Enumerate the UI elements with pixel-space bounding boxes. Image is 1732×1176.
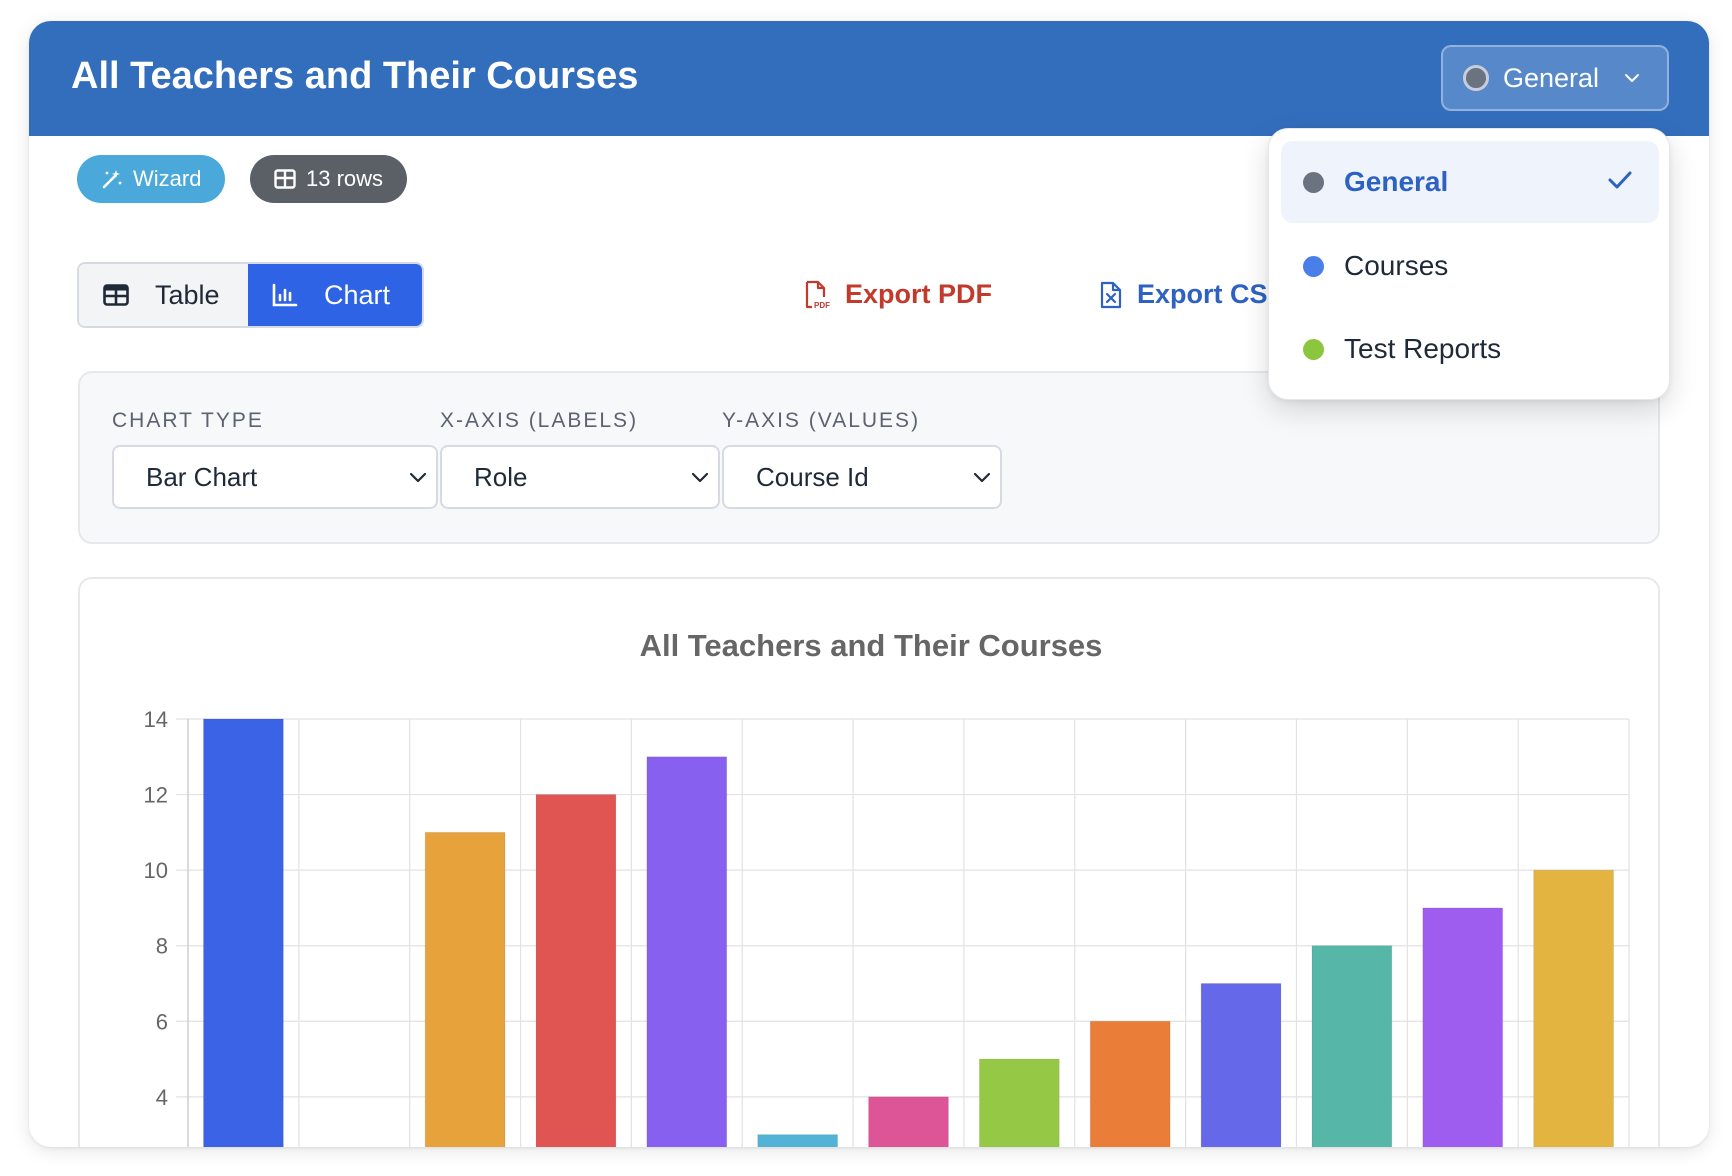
bar[interactable]: [1200, 983, 1282, 1148]
datasource-dropdown: General Courses Test Reports: [1268, 128, 1670, 400]
export-pdf-label: Export PDF: [845, 279, 993, 309]
courses-dot: [1303, 255, 1324, 277]
row-count-label: 13 rows: [306, 166, 384, 191]
datasource-selector[interactable]: General: [1441, 45, 1669, 111]
svg-text:PDF: PDF: [814, 301, 830, 310]
bar[interactable]: [868, 1096, 949, 1147]
dropdown-item-general[interactable]: General: [1281, 141, 1659, 223]
bar[interactable]: [1311, 945, 1393, 1147]
check-icon: [1608, 171, 1632, 189]
y-axis-select[interactable]: Course Id: [722, 445, 1002, 509]
chart-type-select[interactable]: Bar Chart: [112, 445, 438, 509]
bar[interactable]: [1089, 1020, 1171, 1147]
bar-chart: All Teachers and Their Courses2468101214: [144, 628, 1630, 1148]
report-header: All Teachers and Their Courses General: [29, 21, 1709, 136]
csv-file-icon: [1100, 281, 1122, 308]
general-dot: [1303, 171, 1324, 193]
bar[interactable]: [978, 1058, 1060, 1147]
pdf-file-icon: PDF: [805, 280, 830, 310]
dropdown-item-label: General: [1344, 166, 1449, 197]
report-title: All Teachers and Their Courses: [71, 55, 639, 97]
y-tick-label: 10: [144, 858, 168, 883]
chevron-down-icon: [691, 472, 709, 483]
chart-panel: All Teachers and Their Courses 2 4 6 8 10 12 14: [78, 577, 1660, 1147]
magic-wand-icon: [102, 170, 122, 189]
wizard-badge[interactable]: Wizard: [77, 155, 226, 203]
bar[interactable]: [1422, 907, 1504, 1147]
bar-chart-icon: [272, 283, 298, 307]
datasource-label: General: [1503, 62, 1600, 93]
table-view-label: Table: [155, 279, 220, 310]
y-tick-label: 4: [156, 1085, 168, 1110]
bar[interactable]: [203, 718, 284, 1147]
dropdown-item-label: Courses: [1344, 250, 1449, 281]
view-toggle: Table Chart: [77, 262, 424, 328]
dropdown-item-courses[interactable]: Courses: [1281, 225, 1659, 307]
y-tick-label: 6: [156, 1009, 168, 1034]
dropdown-item-label: Test Reports: [1344, 333, 1502, 364]
x-axis-value: Role: [474, 461, 528, 492]
export-csv-label: Export CS: [1137, 279, 1268, 309]
bar[interactable]: [535, 794, 617, 1147]
table-view-button[interactable]: Table: [79, 264, 249, 326]
bar[interactable]: [424, 831, 506, 1147]
y-tick-label: 12: [144, 783, 168, 808]
test-reports-dot: [1303, 338, 1324, 360]
chevron-down-icon: [409, 472, 427, 483]
chevron-down-icon: [1625, 74, 1639, 82]
x-axis-label: X-AXIS (LABELS): [440, 409, 639, 432]
export-pdf-button[interactable]: PDF Export PDF: [803, 279, 992, 310]
chart-title: All Teachers and Their Courses: [640, 628, 1103, 663]
x-axis-select[interactable]: Role: [440, 445, 720, 509]
bar[interactable]: [757, 1134, 839, 1147]
datasource-dot: [1463, 65, 1489, 91]
dropdown-item-test-reports[interactable]: Test Reports: [1281, 308, 1659, 390]
y-tick-label: 8: [156, 934, 168, 959]
chevron-down-icon: [973, 472, 991, 483]
table-icon: [274, 169, 296, 189]
table-icon: [103, 284, 129, 306]
bar[interactable]: [646, 756, 728, 1147]
row-count-badge: 13 rows: [250, 155, 408, 203]
y-axis-label: Y-AXIS (VALUES): [722, 409, 921, 432]
y-axis-value: Course Id: [756, 461, 869, 492]
export-csv-button[interactable]: Export CS: [1099, 279, 1289, 310]
chart-view-button[interactable]: Chart: [248, 264, 422, 326]
bar[interactable]: [1533, 869, 1614, 1147]
wizard-label: Wizard: [133, 166, 202, 191]
chart-type-label: CHART TYPE: [112, 409, 264, 432]
chart-type-value: Bar Chart: [146, 461, 258, 492]
chart-view-label: Chart: [324, 279, 391, 310]
y-tick-label: 14: [144, 707, 168, 732]
